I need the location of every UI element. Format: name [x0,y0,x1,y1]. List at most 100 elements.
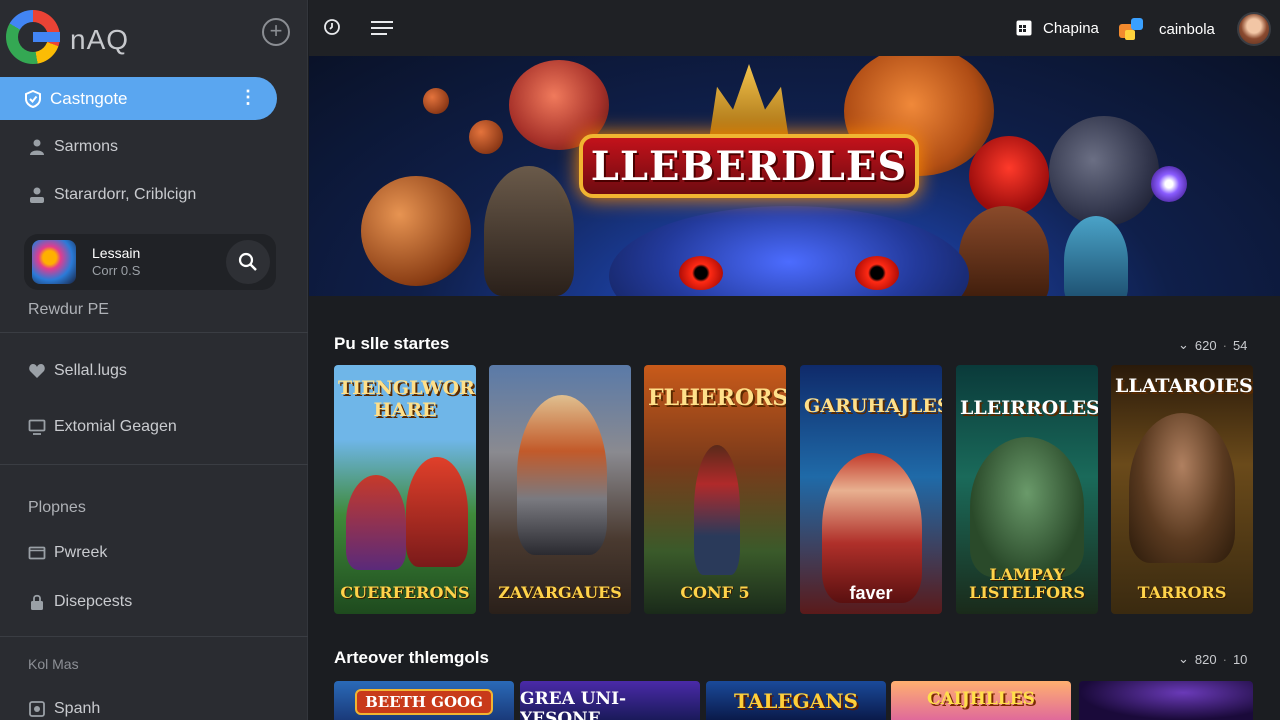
row-count: 820 [1194,651,1217,667]
person-icon [30,187,44,203]
crown-graphic [709,64,789,140]
game-card[interactable]: LLEIRROLES LAMPAY LISTELFORS [956,365,1098,614]
calendar-icon [1016,20,1032,36]
game-card[interactable]: TIENGLWOR HARE CUERFERONS [334,365,476,614]
game-card[interactable]: GARUHAJLES faver [800,365,942,614]
grid-icon [29,701,45,717]
monster-eye [679,256,723,290]
sidebar-item-starardorr[interactable]: Starardorr, Criblcign [28,186,196,204]
now-playing-thumbnail [32,240,76,284]
avatar[interactable] [1237,12,1271,46]
sidebar-item-extomial[interactable]: Extomial Geagen [28,418,177,436]
sidebar-item-pwreek[interactable]: Pwreek [28,544,107,562]
planet-graphic [469,120,503,154]
section-label: Plopnes [28,499,86,516]
search-icon [238,252,257,271]
folder-icon [28,546,46,560]
game-card[interactable]: CAIJHLLES [891,681,1071,720]
character-graphic [517,395,607,555]
row-meta[interactable]: ⌄ 620 · 54 [1178,337,1247,353]
logo-text: nAQ [70,24,130,55]
chevron-down-icon: ⌄ [1178,651,1189,666]
character-graphic [970,437,1084,577]
separator-dot: · [1222,337,1227,353]
game-card[interactable]: BEETH GOOG [334,681,514,720]
sidebar-item-label: Sellal.lugs [54,362,127,379]
game-card-title: LLATAROIES [1115,375,1253,397]
sidebar-item-label: Castngote [50,88,128,108]
sidebar: nAQ + Castngote ⋮ Sarmons Starardorr, Cr… [0,0,308,720]
menu-icon[interactable] [371,20,395,36]
character-graphic [694,445,740,575]
sidebar-item-sarmons[interactable]: Sarmons [28,138,118,156]
user-chip-chapina[interactable]: Chapina [1015,19,1099,37]
user-icon [30,139,44,155]
game-card[interactable]: GREA UNI-YESONE [520,681,700,720]
sidebar-item-label: Disepcests [54,593,133,610]
game-card-subtitle: ZAVARGAUES [498,583,622,602]
section-label: Rewdur PE [28,301,109,318]
game-card[interactable]: LLATAROIES TARRORS [1111,365,1253,614]
game-card[interactable]: TALEGANS [706,681,886,720]
sidebar-item-label: Extomial Geagen [54,418,177,435]
game-card-subtitle: TARRORS [1137,583,1227,602]
hero-title: LLEBERDLES [579,134,919,198]
app-badge-icon [1119,18,1143,40]
top-bar: Chapina cainbola [309,0,1280,56]
planet-graphic [423,88,449,114]
sidebar-item-active[interactable]: Castngote ⋮ [0,77,277,120]
orb-graphic [1151,166,1187,202]
divider [0,464,308,465]
lock-icon [31,594,43,610]
sidebar-item-label: Pwreek [54,544,108,561]
now-playing-card[interactable]: Lessain Corr 0.S [24,234,276,290]
user-name: Chapina [1043,19,1099,37]
user-chip-cainbola[interactable]: cainbola [1119,16,1215,42]
row-title: Pu slle startes [334,334,450,353]
divider [0,332,308,333]
game-card[interactable]: FLHERORS CONF 5 [644,365,786,614]
heart-icon [29,364,45,378]
sidebar-item-spanh[interactable]: Spanh [28,700,100,718]
row-count: 54 [1232,337,1248,353]
g-logo-icon [6,10,60,64]
planet-graphic [361,176,471,286]
row-meta[interactable]: ⌄ 820 · 10 [1178,651,1247,667]
plus-circle-icon[interactable]: + [262,18,290,46]
hero-banner[interactable]: LLEBERDLES [309,56,1280,296]
game-card-subtitle: CUERFERONS [340,583,470,602]
game-card[interactable] [1079,681,1253,720]
user-name: cainbola [1159,20,1215,38]
app-logo[interactable]: nAQ [4,8,164,64]
section-label: Kol Mas [28,656,79,672]
sidebar-item-label: Starardorr, Criblcign [54,186,197,203]
game-card-subtitle: LAMPAY LISTELFORS [969,565,1085,602]
shield-icon [25,89,41,108]
character-graphic [346,475,406,570]
divider [0,636,308,637]
character-graphic [822,453,922,603]
game-card-subtitle: CONF 5 [680,583,750,602]
now-playing-subtitle: Corr 0.S [92,263,141,278]
now-playing-title: Lessain [92,245,141,261]
sidebar-item-sellal[interactable]: Sellal.lugs [28,362,127,380]
game-card-title: TIENGLWOR HARE [338,377,475,421]
sidebar-item-disepcests[interactable]: Disepcests [28,593,132,611]
chevron-down-icon: ⌄ [1178,337,1189,352]
character-graphic [406,457,468,567]
character-graphic [1064,216,1128,296]
game-card-title: TALEGANS [734,689,858,713]
robot-graphic [1049,116,1159,226]
game-card-title: LLEIRROLES [960,397,1098,419]
sidebar-item-label: Sarmons [54,138,119,155]
game-card-subtitle: faver [849,583,893,603]
row-title: Arteover thlemgols [334,648,489,667]
more-vert-icon[interactable]: ⋮ [239,87,257,108]
character-graphic [1129,413,1235,563]
search-button[interactable] [226,240,270,284]
character-graphic [959,206,1049,296]
separator-dot: · [1222,651,1227,667]
game-card[interactable]: ZAVARGAUES [489,365,631,614]
game-card-title: BEETH GOOG [355,689,493,715]
clock-icon[interactable] [323,18,341,36]
